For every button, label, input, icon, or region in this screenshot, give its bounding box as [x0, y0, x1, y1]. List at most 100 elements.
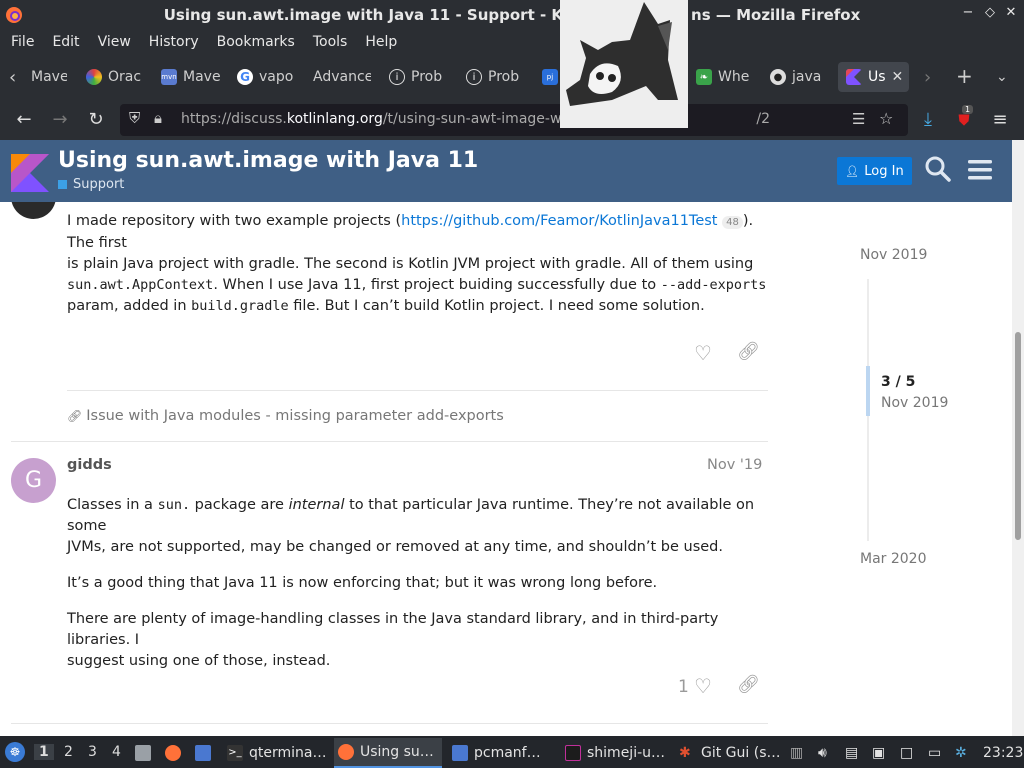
lock-icon[interactable]: 🔒︎ [154, 109, 162, 127]
back-icon[interactable]: ← [13, 109, 35, 131]
volume-icon[interactable]: 🔊︎ [818, 742, 827, 764]
taskbar: ☸ 1 2 3 4 >_ qtermina… Using su… pcmanf… … [0, 736, 1024, 768]
tab-bar: ‹ Mave Orac mvn Mave Gvapo Advance i Prob … [0, 54, 1024, 100]
tab-where[interactable]: ❧ Whe [696, 62, 754, 92]
desktop-launcher-icon[interactable] [195, 742, 217, 764]
link-click-count: 48 [722, 216, 743, 229]
task-intellij[interactable]: shimeji-u… [565, 742, 671, 764]
firefox-launcher-icon[interactable] [165, 742, 187, 764]
category-badge[interactable]: Support [58, 177, 124, 192]
tab-google[interactable]: Gvapo [237, 62, 295, 92]
workspace-3[interactable]: 3 [88, 744, 97, 760]
post2-author[interactable]: gidds [67, 457, 112, 473]
tabs-scroll-left-icon[interactable]: ‹ [9, 67, 16, 88]
hamburger-menu-icon[interactable]: ≡ [989, 109, 1011, 131]
tab-pj[interactable]: pj [542, 62, 560, 92]
reader-view-icon[interactable]: ☰ [852, 110, 865, 128]
tray-clipboard-icon[interactable]: ▥ [790, 742, 803, 764]
network-icon[interactable]: ▭ [928, 742, 941, 764]
bluetooth-icon[interactable]: ✲ [955, 742, 967, 764]
post-separator [11, 441, 768, 442]
tray-monitor-icon[interactable]: ▣ [872, 742, 885, 764]
tab-problem-1[interactable]: i Prob [389, 62, 445, 92]
tray-notes-icon[interactable]: □ [900, 742, 913, 764]
post2-date[interactable]: Nov '19 [707, 457, 762, 473]
maximize-icon[interactable]: ◇ [980, 5, 1000, 20]
post1-divider [67, 390, 768, 391]
tab-maven-2[interactable]: mvn Mave [161, 62, 221, 92]
like-icon[interactable]: ♡ [694, 674, 712, 698]
topic-title[interactable]: Using sun.awt.image with Java 11 [58, 148, 478, 173]
app-menu-icon[interactable]: ☸ [5, 742, 25, 762]
task-firefox-active[interactable]: Using su… [334, 738, 442, 768]
task-git-gui[interactable]: ✱ Git Gui (s… [679, 742, 782, 764]
menu-history[interactable]: History [140, 34, 208, 50]
extension-badge: 1 [962, 105, 974, 114]
hamburger-site-menu-icon[interactable] [966, 154, 994, 184]
shield-icon[interactable]: ⛨ [129, 109, 140, 127]
timeline-start-date[interactable]: Nov 2019 [860, 247, 927, 263]
task-qterminal[interactable]: >_ qtermina… [227, 742, 330, 764]
list-tabs-icon[interactable]: ⌄ [996, 69, 1008, 85]
workspace-2[interactable]: 2 [64, 744, 73, 760]
menu-file[interactable]: File [2, 34, 43, 50]
tabs-scroll-right-icon[interactable]: › [924, 67, 931, 88]
tab-problem-2[interactable]: i Prob [466, 62, 522, 92]
tab-kotlin-active[interactable]: Us ✕ [838, 62, 909, 92]
linked-topic[interactable]: 🔗︎ Issue with Java modules - missing para… [67, 408, 504, 424]
close-tab-icon[interactable]: ✕ [892, 69, 904, 85]
clock[interactable]: 23:23 [983, 742, 1023, 764]
menu-bar: File Edit View History Bookmarks Tools H… [0, 30, 1024, 54]
info-icon: i [466, 69, 482, 85]
workspace-1[interactable]: 1 [34, 744, 54, 760]
google-icon: G [237, 69, 253, 85]
window-title: Using sun.awt.image with Java 11 - Suppo… [163, 6, 861, 24]
reload-icon[interactable]: ↻ [85, 109, 107, 131]
like-count[interactable]: 1 [678, 677, 689, 697]
timeline-end-date[interactable]: Mar 2020 [860, 551, 927, 567]
post2-avatar[interactable]: G [11, 458, 56, 503]
shimeji-pet[interactable] [560, 0, 688, 128]
login-button[interactable]: 👤︎ Log In [837, 157, 912, 185]
tab-maven-1[interactable]: Mave [31, 62, 67, 92]
nav-toolbar: ← → ↻ ⛨ 🔒︎ https://discuss.kotlinlang.or… [0, 100, 1024, 140]
workspace-4[interactable]: 4 [112, 744, 121, 760]
search-icon[interactable] [924, 154, 952, 184]
files-launcher-icon[interactable] [135, 742, 157, 764]
tray-display-icon[interactable]: ▤ [845, 742, 858, 764]
close-window-icon[interactable]: ✕ [1001, 5, 1021, 20]
git-icon: ✱ [679, 745, 691, 761]
task-pcmanfm[interactable]: pcmanf… [452, 742, 558, 764]
post1-body: I made repository with two example proje… [67, 213, 767, 314]
share-link-icon[interactable]: 🔗︎ [737, 674, 760, 695]
menu-edit[interactable]: Edit [43, 34, 88, 50]
downloads-icon[interactable]: ⤓ [917, 109, 939, 131]
page-scrollbar-thumb[interactable] [1015, 332, 1021, 540]
minimize-icon[interactable]: − [958, 5, 978, 20]
new-tab-icon[interactable]: + [956, 64, 973, 88]
bookmark-star-icon[interactable]: ☆ [879, 109, 893, 128]
leaf-icon: ❧ [696, 69, 712, 85]
like-icon[interactable]: ♡ [694, 341, 712, 365]
menu-help[interactable]: Help [356, 34, 406, 50]
window-titlebar: Using sun.awt.image with Java 11 - Suppo… [0, 0, 1024, 30]
url-bar[interactable]: ⛨ 🔒︎ https://discuss.kotlinlang.org/t/us… [120, 104, 908, 136]
folder-icon [452, 745, 468, 761]
menu-bookmarks[interactable]: Bookmarks [208, 34, 304, 50]
menu-view[interactable]: View [89, 34, 140, 50]
forward-icon[interactable]: → [49, 109, 71, 131]
share-link-icon[interactable]: 🔗︎ [737, 341, 760, 362]
post1-avatar[interactable] [11, 202, 56, 219]
tab-advance[interactable]: Advance [313, 62, 371, 92]
tab-github-java[interactable]: ● java [770, 62, 826, 92]
firefox-icon [338, 744, 354, 760]
timeline-position: 3 / 5 [881, 374, 916, 390]
kotlin-icon [846, 69, 862, 85]
repo-link[interactable]: https://github.com/Feamor/KotlinJava11Te… [401, 213, 717, 229]
kotlin-logo[interactable] [11, 154, 49, 192]
tab-oracle[interactable]: Orac [86, 62, 142, 92]
shimeji-creature-image[interactable] [560, 0, 688, 128]
menu-tools[interactable]: Tools [304, 34, 357, 50]
timeline-handle[interactable] [866, 366, 870, 416]
github-icon: ● [770, 69, 786, 85]
